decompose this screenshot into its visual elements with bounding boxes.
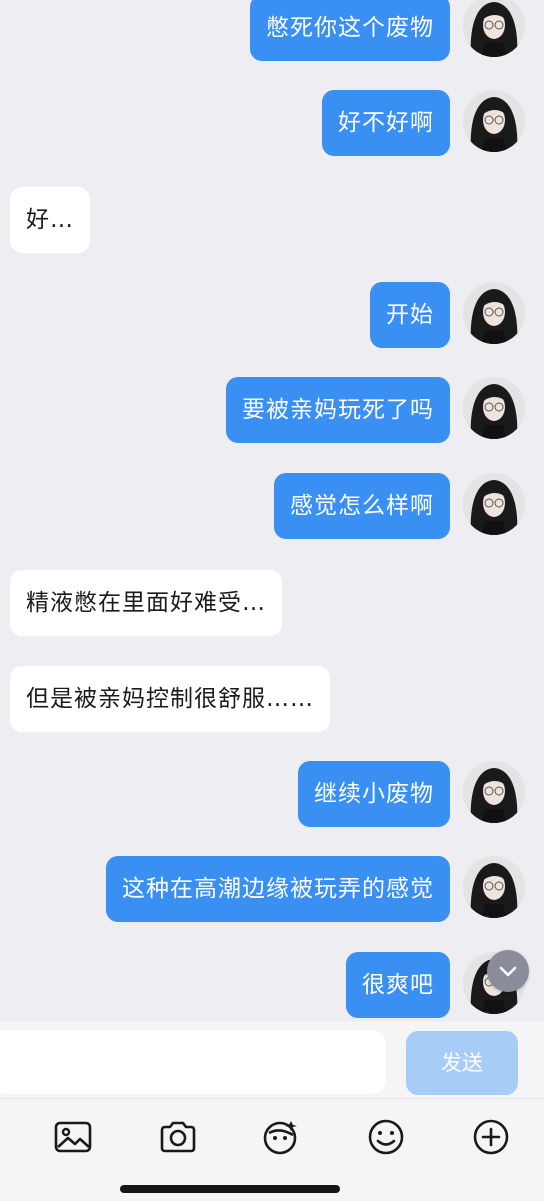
message-bubble-incoming[interactable]: 好… bbox=[10, 187, 90, 253]
message-bubble-outgoing[interactable]: 好不好啊 bbox=[322, 90, 450, 156]
message-input-bar: 发送 bbox=[0, 1022, 544, 1098]
input-toolbar bbox=[0, 1098, 544, 1201]
camera-button[interactable] bbox=[158, 1117, 198, 1157]
message-input[interactable] bbox=[0, 1030, 386, 1094]
avatar[interactable] bbox=[463, 0, 525, 57]
send-button[interactable]: 发送 bbox=[406, 1031, 518, 1095]
message-row: 精液憋在里面好难受… bbox=[0, 570, 544, 636]
message-row: 要被亲妈玩死了吗 bbox=[0, 377, 544, 443]
camera-icon bbox=[160, 1121, 196, 1153]
message-bubble-incoming[interactable]: 精液憋在里面好难受… bbox=[10, 570, 282, 636]
message-row: 开始 bbox=[0, 282, 544, 348]
avatar[interactable] bbox=[463, 761, 525, 823]
message-bubble-outgoing[interactable]: 这种在高潮边缘被玩弄的感觉 bbox=[106, 856, 450, 922]
message-row: 继续小废物 bbox=[0, 761, 544, 827]
more-button[interactable] bbox=[471, 1117, 511, 1157]
avatar[interactable] bbox=[463, 856, 525, 918]
message-bubble-outgoing[interactable]: 继续小废物 bbox=[298, 761, 450, 827]
plus-circle-icon bbox=[473, 1119, 509, 1155]
message-row: 但是被亲妈控制很舒服…… bbox=[0, 666, 544, 732]
message-bubble-outgoing[interactable]: 憋死你这个废物 bbox=[250, 0, 450, 61]
message-row: 好不好啊 bbox=[0, 90, 544, 156]
message-row: 憋死你这个废物 bbox=[0, 0, 544, 61]
home-indicator bbox=[120, 1185, 340, 1193]
chat-scroll-area[interactable]: 憋死你这个废物 好不好啊 好… 开始 要被亲妈玩死了吗 感觉怎么样啊 精液憋在里… bbox=[0, 0, 544, 1022]
emoji-icon bbox=[368, 1119, 404, 1155]
image-button[interactable] bbox=[53, 1117, 93, 1157]
message-bubble-incoming[interactable]: 但是被亲妈控制很舒服…… bbox=[10, 666, 330, 732]
sticker-button[interactable] bbox=[261, 1117, 301, 1157]
message-bubble-outgoing[interactable]: 感觉怎么样啊 bbox=[274, 473, 450, 539]
message-bubble-outgoing[interactable]: 很爽吧 bbox=[346, 952, 450, 1018]
message-row: 很爽吧 bbox=[0, 952, 544, 1018]
message-row: 这种在高潮边缘被玩弄的感觉 bbox=[0, 856, 544, 922]
message-row: 感觉怎么样啊 bbox=[0, 473, 544, 539]
sticker-icon bbox=[263, 1121, 297, 1155]
avatar[interactable] bbox=[463, 377, 525, 439]
avatar[interactable] bbox=[463, 282, 525, 344]
emoji-button[interactable] bbox=[366, 1117, 406, 1157]
message-bubble-outgoing[interactable]: 开始 bbox=[370, 282, 450, 348]
image-icon bbox=[54, 1121, 92, 1153]
avatar[interactable] bbox=[463, 90, 525, 152]
message-bubble-outgoing[interactable]: 要被亲妈玩死了吗 bbox=[226, 377, 450, 443]
avatar[interactable] bbox=[463, 473, 525, 535]
message-row: 好… bbox=[0, 187, 544, 253]
chevron-down-icon bbox=[499, 966, 517, 977]
scroll-to-bottom-button[interactable] bbox=[487, 950, 529, 992]
